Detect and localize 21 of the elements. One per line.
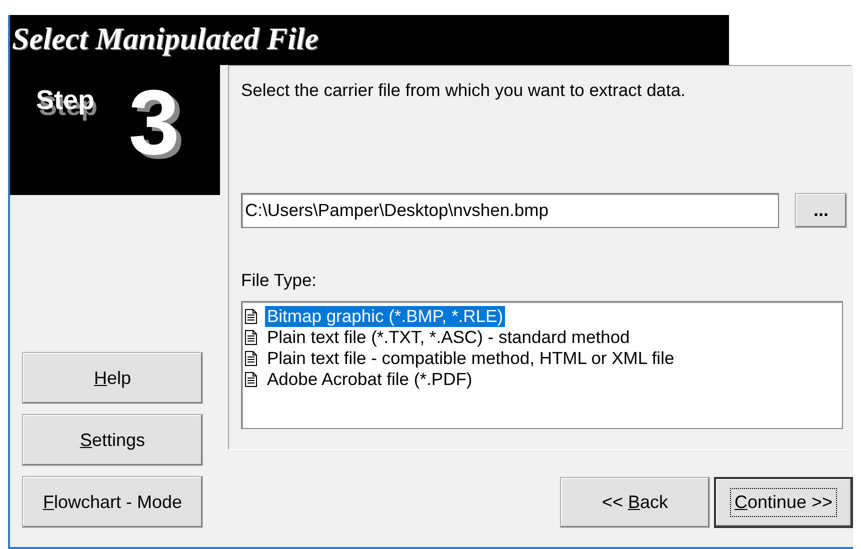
settings-button[interactable]: Settings [22, 414, 203, 466]
file-type-list[interactable]: Bitmap graphic (*.BMP, *.RLE) Plain text file (*.TXT, *.ASC) - standard method Plain text file - compatible method, HTML or XML file Adobe Acrobat file (*.PDF) [241, 301, 843, 429]
document-icon [245, 351, 257, 366]
document-icon [245, 309, 257, 324]
browse-button[interactable]: ... [795, 193, 847, 228]
continue-button[interactable]: Continue >> [714, 477, 853, 528]
document-icon [245, 330, 257, 345]
file-path-field[interactable]: C:\Users\Pamper\Desktop\nvshen.bmp [241, 193, 779, 228]
help-button[interactable]: Help [22, 352, 203, 404]
mode-button[interactable]: Flowchart - Mode [22, 476, 203, 528]
file-type-item[interactable]: Adobe Acrobat file (*.PDF) [265, 369, 474, 390]
file-type-item[interactable]: Plain text file - compatible method, HTML or XML file [265, 348, 676, 369]
instruction-text: Select the carrier file from which you want to extract data. [241, 80, 686, 101]
file-type-item[interactable]: Bitmap graphic (*.BMP, *.RLE) [265, 306, 506, 327]
document-icon [245, 372, 257, 387]
file-type-label: File Type: [241, 270, 318, 291]
back-button[interactable]: << Back [560, 477, 710, 528]
file-type-item[interactable]: Plain text file (*.TXT, *.ASC) - standard method [265, 327, 632, 348]
step-label: Step [36, 85, 95, 116]
wizard-title: Select Manipulated File [10, 15, 729, 65]
step-number: 3 [128, 77, 180, 169]
